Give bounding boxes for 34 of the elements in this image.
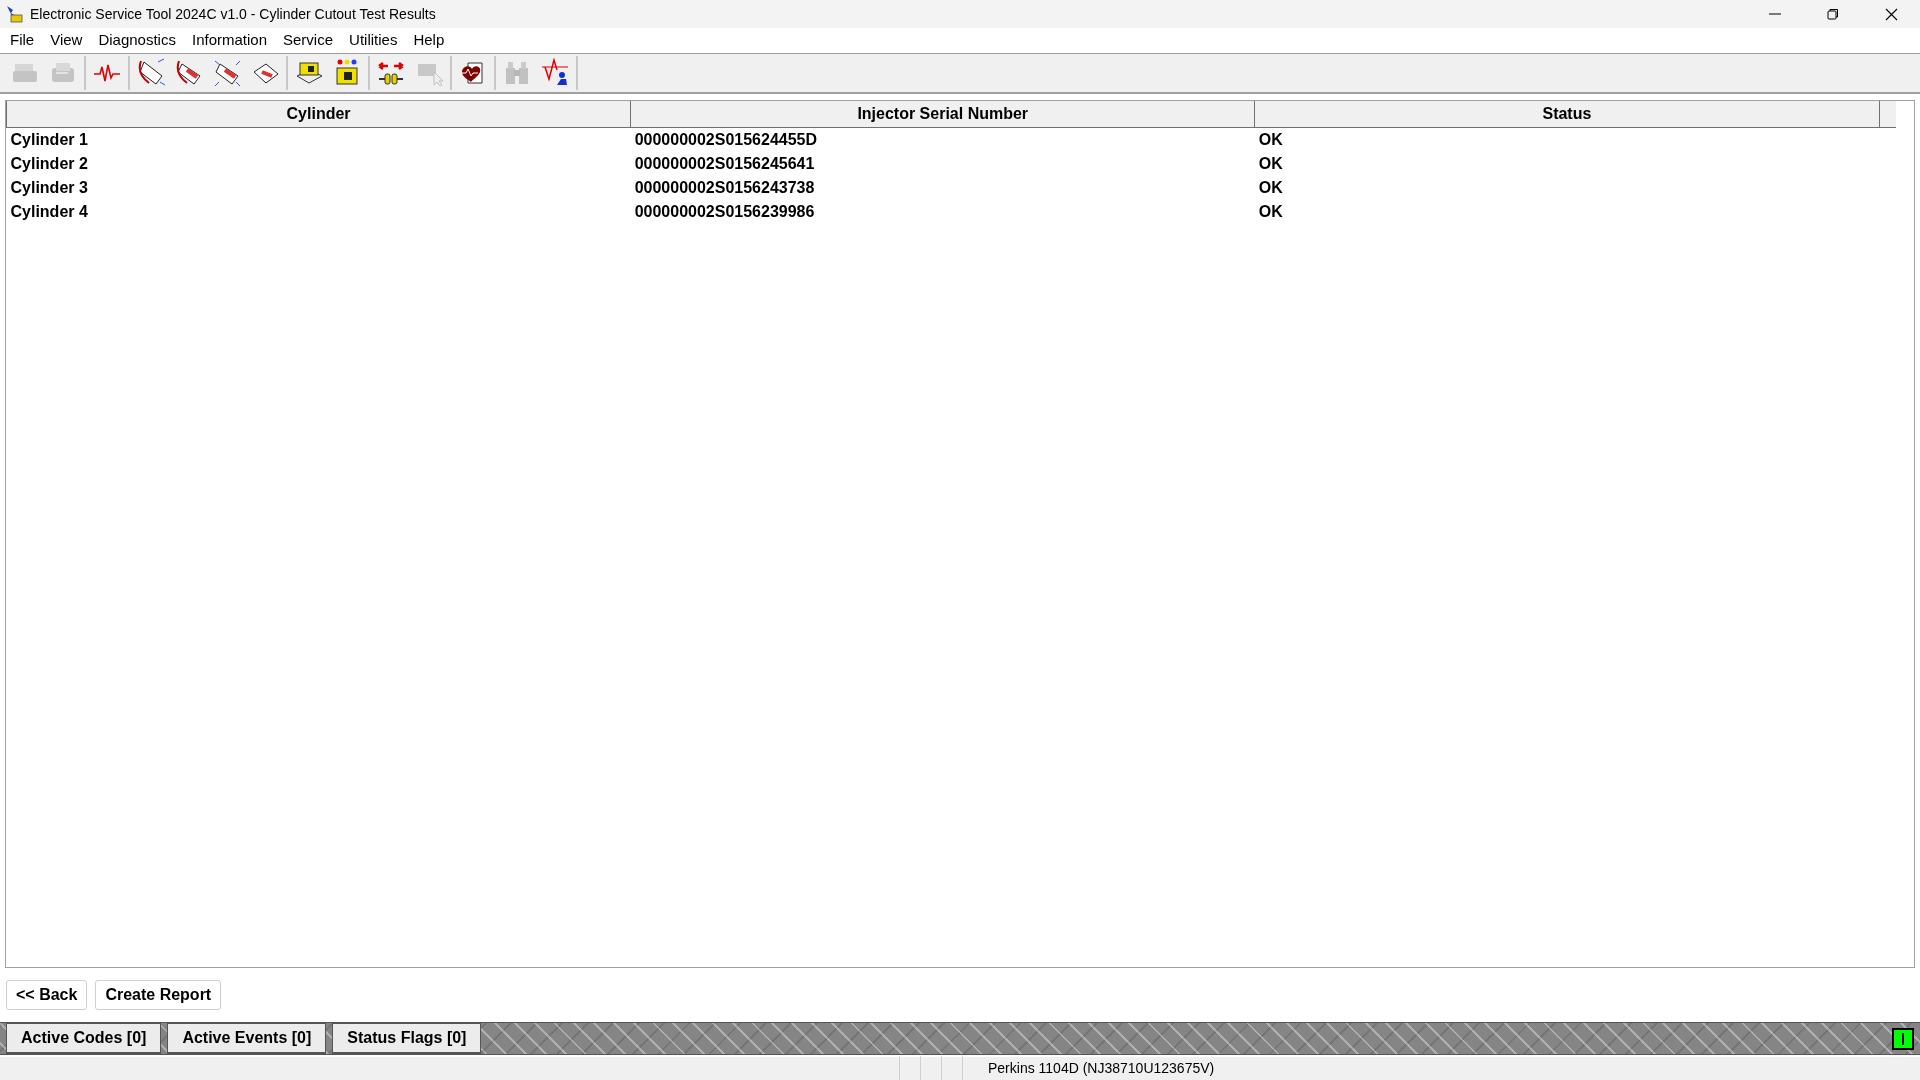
indicator-tab[interactable]: Active Codes [0] — [6, 1023, 162, 1054]
table-cell-text: Cylinder 3 — [9, 177, 89, 198]
column-header[interactable]: Injector Serial Number — [630, 101, 1255, 127]
app-logo-icon — [4, 4, 24, 24]
column-header[interactable]: Cylinder — [6, 101, 631, 127]
restore-icon — [1827, 8, 1839, 20]
connection-indicator-icon — [1892, 1027, 1914, 1050]
table-cell-text: Cylinder 2 — [9, 153, 89, 174]
table-cell-text: OK — [1257, 201, 1284, 222]
menu-item[interactable]: Diagnostics — [90, 29, 184, 52]
table-cell: OK — [1254, 127, 1879, 152]
menu-item[interactable]: Information — [183, 29, 275, 52]
table-cell-text: OK — [1257, 177, 1284, 198]
table-cell-text: OK — [1257, 153, 1284, 174]
dialog-button[interactable]: Create Report — [95, 980, 222, 1010]
indicator-tab[interactable]: Status Flags [0] — [332, 1023, 482, 1054]
table-cell-text: 000000002S0156245641 — [633, 153, 816, 174]
minimize-icon — [1769, 13, 1781, 15]
table-cell: Cylinder 1 — [6, 127, 631, 152]
table-cell-text: 000000002S0156239986 — [633, 201, 816, 222]
menu-item[interactable]: Utilities — [341, 29, 406, 52]
close-icon — [1884, 7, 1898, 21]
table-cell-text: 000000002S0156243738 — [633, 177, 816, 198]
menu-item[interactable]: Service — [275, 29, 342, 52]
window-title: Electronic Service Tool 2024C v1.0 - Cylinder Cutout Test Results — [30, 4, 436, 24]
table-cell-text: Cylinder 4 — [9, 201, 89, 222]
menu-item[interactable]: File — [2, 29, 43, 52]
dialog-button[interactable]: << Back — [6, 980, 88, 1010]
table-cell: 000000002S015624455D — [630, 127, 1255, 152]
status-text: Perkins 1104D (NJ38710U123675V) — [987, 1059, 1215, 1078]
menu-item[interactable]: Help — [405, 29, 453, 52]
column-header[interactable]: Status — [1254, 101, 1879, 127]
menu-item[interactable]: View — [42, 29, 91, 52]
indicator-tab[interactable]: Active Events [0] — [167, 1023, 327, 1054]
